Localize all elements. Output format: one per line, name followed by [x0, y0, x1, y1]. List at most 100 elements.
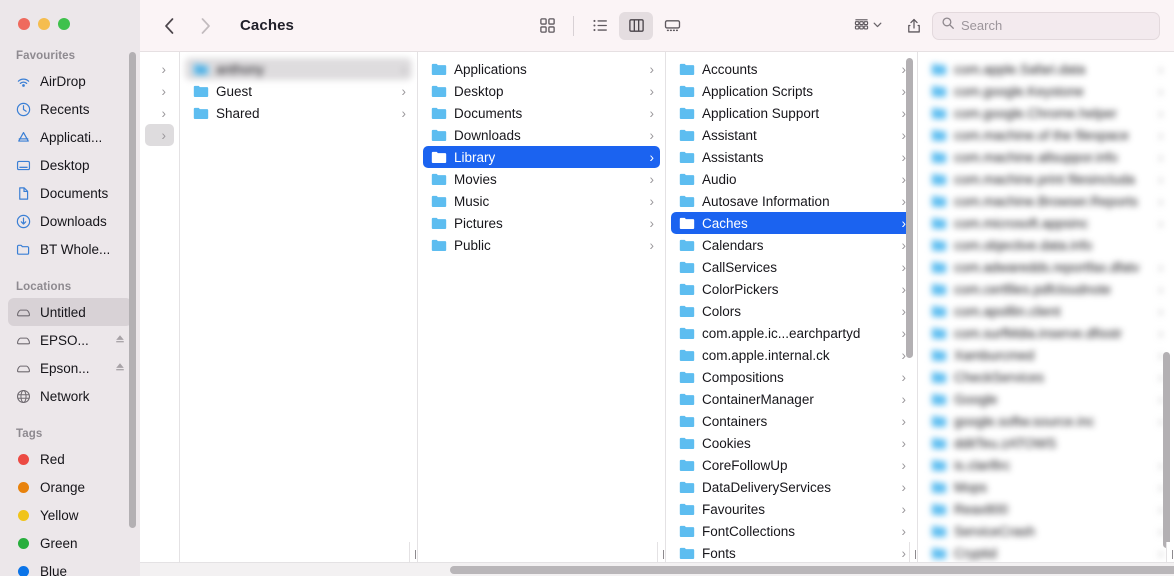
caches-column-item[interactable]: com.machine.allsuppor.info › [923, 146, 1169, 168]
list-item[interactable]: › [145, 124, 174, 146]
gallery-view-button[interactable] [655, 12, 689, 40]
caches-column-item[interactable]: com.apolllin.client › [923, 300, 1169, 322]
sidebar-item-epson[interactable]: Epson... [8, 354, 132, 382]
sidebar-item-documents[interactable]: Documents [8, 179, 132, 207]
close-button[interactable] [18, 18, 30, 30]
library-column-item[interactable]: Autosave Information › [671, 190, 912, 212]
caches-column[interactable]: com.apple.Safari.data › com.google.Keyston… [918, 52, 1174, 566]
caches-column-item[interactable]: Reax800 › [923, 498, 1169, 520]
list-item[interactable]: › [145, 102, 174, 124]
home-column-item[interactable]: Documents › [423, 102, 660, 124]
library-column-item[interactable]: FontCollections › [671, 520, 912, 542]
sidebar-scrollbar[interactable] [129, 52, 136, 528]
maximize-button[interactable] [58, 18, 70, 30]
caches-column-item[interactable]: CheckServices › [923, 366, 1169, 388]
sidebar-item-tag-orange[interactable]: Orange [8, 473, 132, 501]
home-column-item[interactable]: Downloads › [423, 124, 660, 146]
caches-column-item[interactable]: Cryptid › [923, 542, 1169, 564]
list-item[interactable]: › [145, 80, 174, 102]
column-view-button[interactable] [619, 11, 653, 40]
library-column-item[interactable]: Favourites › [671, 498, 912, 520]
caches-column-item[interactable]: com.microsoft.appsinc › [923, 212, 1169, 234]
home-column-item[interactable]: Movies › [423, 168, 660, 190]
forward-button[interactable] [194, 15, 216, 37]
caches-column-item[interactable]: Google › [923, 388, 1169, 410]
library-column-item[interactable]: DataDeliveryServices › [671, 476, 912, 498]
horizontal-scrollbar-track[interactable] [140, 562, 1174, 576]
library-column-item[interactable]: Compositions › [671, 366, 912, 388]
sidebar-item-recents[interactable]: Recents [8, 95, 132, 123]
sidebar-item-network[interactable]: Network [8, 382, 132, 410]
library-column-item[interactable]: Assistants › [671, 146, 912, 168]
home-column-item[interactable]: Pictures › [423, 212, 660, 234]
volume-column-partial[interactable]: › › › › [140, 52, 180, 566]
library-column-item[interactable]: CoreFollowUp › [671, 454, 912, 476]
caches-column-item[interactable]: com.apple.Safari.data › [923, 58, 1169, 80]
library-column-item[interactable]: CallServices › [671, 256, 912, 278]
caches-column-item[interactable]: com.objective.data.info [923, 234, 1169, 256]
caches-column-item[interactable]: com.google.Keystone › [923, 80, 1169, 102]
library-column-item[interactable]: Accounts › [671, 58, 912, 80]
horizontal-scrollbar-thumb[interactable] [450, 566, 1174, 574]
sidebar-item-bt-wholesale[interactable]: BT Whole... [8, 235, 132, 263]
sidebar-item-downloads[interactable]: Downloads [8, 207, 132, 235]
library-column-item[interactable]: Application Scripts › [671, 80, 912, 102]
caches-column-item[interactable]: com.surfMdia.inserve.dfisstr › [923, 322, 1169, 344]
library-column-item[interactable]: Fonts › [671, 542, 912, 564]
library-column-item[interactable]: ColorPickers › [671, 278, 912, 300]
home-column-item[interactable]: Music › [423, 190, 660, 212]
library-column-item[interactable]: Colors › [671, 300, 912, 322]
sidebar-item-tag-yellow[interactable]: Yellow [8, 501, 132, 529]
caches-column-item[interactable]: google.softw.source.inc › [923, 410, 1169, 432]
list-item-guest[interactable]: Guest › [185, 80, 412, 102]
sidebar-item-tag-red[interactable]: Red [8, 445, 132, 473]
sidebar-item-airdrop[interactable]: AirDrop [8, 67, 132, 95]
home-column[interactable]: Applications › Desktop › Documents › Downloads… [418, 52, 666, 566]
eject-icon[interactable] [114, 361, 126, 376]
caches-column-item[interactable]: com.machine.of the filespace › [923, 124, 1169, 146]
users-column[interactable]: anthony › Guest › Shared › [180, 52, 418, 566]
home-column-item[interactable]: Public › [423, 234, 660, 256]
home-column-item[interactable]: Library › [423, 146, 660, 168]
list-item-user-home[interactable]: anthony › [185, 58, 412, 80]
group-by-button[interactable] [852, 16, 883, 35]
library-column-scrollbar[interactable] [906, 58, 913, 358]
eject-icon[interactable] [114, 333, 126, 348]
library-column-item[interactable]: Containers › [671, 410, 912, 432]
sidebar-item-untitled[interactable]: Untitled [8, 298, 132, 326]
library-column-item[interactable]: Calendars › [671, 234, 912, 256]
caches-column-item[interactable]: ServiceCrash › [923, 520, 1169, 542]
library-column-item[interactable]: Cookies › [671, 432, 912, 454]
sidebar-item-desktop[interactable]: Desktop [8, 151, 132, 179]
caches-column-item[interactable]: com.adwaredds.reportfax.dfatv › [923, 256, 1169, 278]
caches-column-scrollbar[interactable] [1163, 352, 1170, 548]
library-column-item[interactable]: com.apple.ic...earchpartyd › [671, 322, 912, 344]
caches-column-item[interactable]: com.google.Chrome.helper › [923, 102, 1169, 124]
minimize-button[interactable] [38, 18, 50, 30]
sidebar-item-tag-green[interactable]: Green [8, 529, 132, 557]
sidebar-item-epso[interactable]: EPSO... [8, 326, 132, 354]
back-button[interactable] [158, 15, 180, 37]
caches-column-item[interactable]: com.machine.print filesincluda › [923, 168, 1169, 190]
library-column-item[interactable]: Caches › [671, 212, 912, 234]
list-item-shared[interactable]: Shared › [185, 102, 412, 124]
caches-column-item[interactable]: is.clarifirc › [923, 454, 1169, 476]
library-column[interactable]: Accounts › Application Scripts › Application… [666, 52, 918, 566]
share-button[interactable] [897, 12, 931, 40]
search-field[interactable]: Search [932, 11, 1160, 40]
sidebar-item-tag-blue[interactable]: Blue [8, 557, 132, 576]
sidebar-item-applications[interactable]: Applicati... [8, 123, 132, 151]
list-view-button[interactable] [583, 12, 617, 40]
sidebar-scroll-area[interactable]: Favourites AirDrop Recents Applicati... … [0, 0, 140, 576]
library-column-item[interactable]: Application Support › [671, 102, 912, 124]
caches-column-item[interactable]: Xamburcmed › [923, 344, 1169, 366]
caches-column-item[interactable]: Mops › [923, 476, 1169, 498]
list-item[interactable]: › [145, 58, 174, 80]
library-column-item[interactable]: ContainerManager › [671, 388, 912, 410]
caches-column-item[interactable]: com.certfiles.pdfcloudnote › [923, 278, 1169, 300]
library-column-item[interactable]: Assistant › [671, 124, 912, 146]
home-column-item[interactable]: Applications › [423, 58, 660, 80]
library-column-item[interactable]: Audio › [671, 168, 912, 190]
home-column-item[interactable]: Desktop › [423, 80, 660, 102]
caches-column-item[interactable]: com.machine.Browser.Reports › [923, 190, 1169, 212]
